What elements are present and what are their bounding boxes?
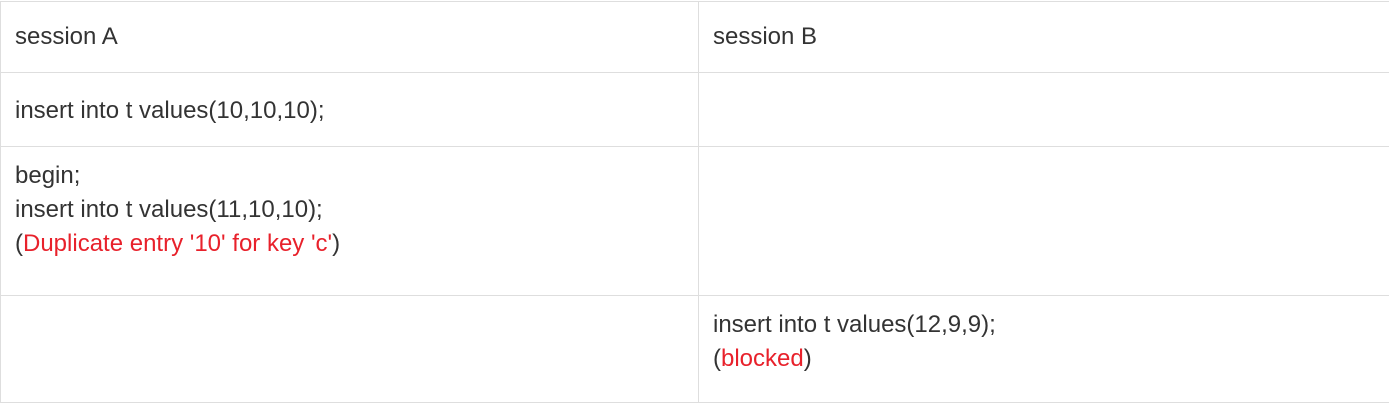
session-table: session A session B insert into t values… bbox=[0, 1, 1389, 403]
error-message: Duplicate entry '10' for key 'c' bbox=[23, 230, 333, 257]
blocked-status: blocked bbox=[721, 345, 804, 372]
cell-session-b-empty bbox=[698, 72, 1389, 147]
header-session-b: session B bbox=[713, 23, 818, 50]
table-row: insert into t values(12,9,9); (blocked) bbox=[0, 295, 1389, 403]
header-session-a: session A bbox=[15, 23, 118, 50]
cell-session-b: insert into t values(12,9,9); (blocked) bbox=[698, 295, 1389, 403]
sql-statement: begin; bbox=[15, 162, 81, 189]
table-row: insert into t values(10,10,10); bbox=[0, 72, 1389, 147]
error-note: (Duplicate entry '10' for key 'c') bbox=[15, 227, 698, 261]
table-header-row: session A session B bbox=[0, 1, 1389, 73]
paren-open: ( bbox=[713, 345, 721, 372]
paren-close: ) bbox=[803, 345, 812, 372]
cell-session-a: begin; insert into t values(11,10,10); (… bbox=[0, 146, 699, 296]
header-cell-session-a: session A bbox=[0, 1, 699, 73]
paren-open: ( bbox=[15, 230, 23, 257]
paren-close: ) bbox=[332, 230, 341, 257]
cell-session-b-empty bbox=[698, 146, 1389, 296]
sql-statement: insert into t values(11,10,10); bbox=[15, 196, 323, 223]
sql-statement: insert into t values(10,10,10); bbox=[15, 97, 325, 124]
blocked-note: (blocked) bbox=[713, 342, 1389, 376]
cell-session-a-empty bbox=[0, 295, 699, 403]
cell-session-a: insert into t values(10,10,10); bbox=[0, 72, 699, 147]
header-cell-session-b: session B bbox=[698, 1, 1389, 73]
table-row: begin; insert into t values(11,10,10); (… bbox=[0, 146, 1389, 296]
sql-statement: insert into t values(12,9,9); bbox=[713, 311, 996, 338]
